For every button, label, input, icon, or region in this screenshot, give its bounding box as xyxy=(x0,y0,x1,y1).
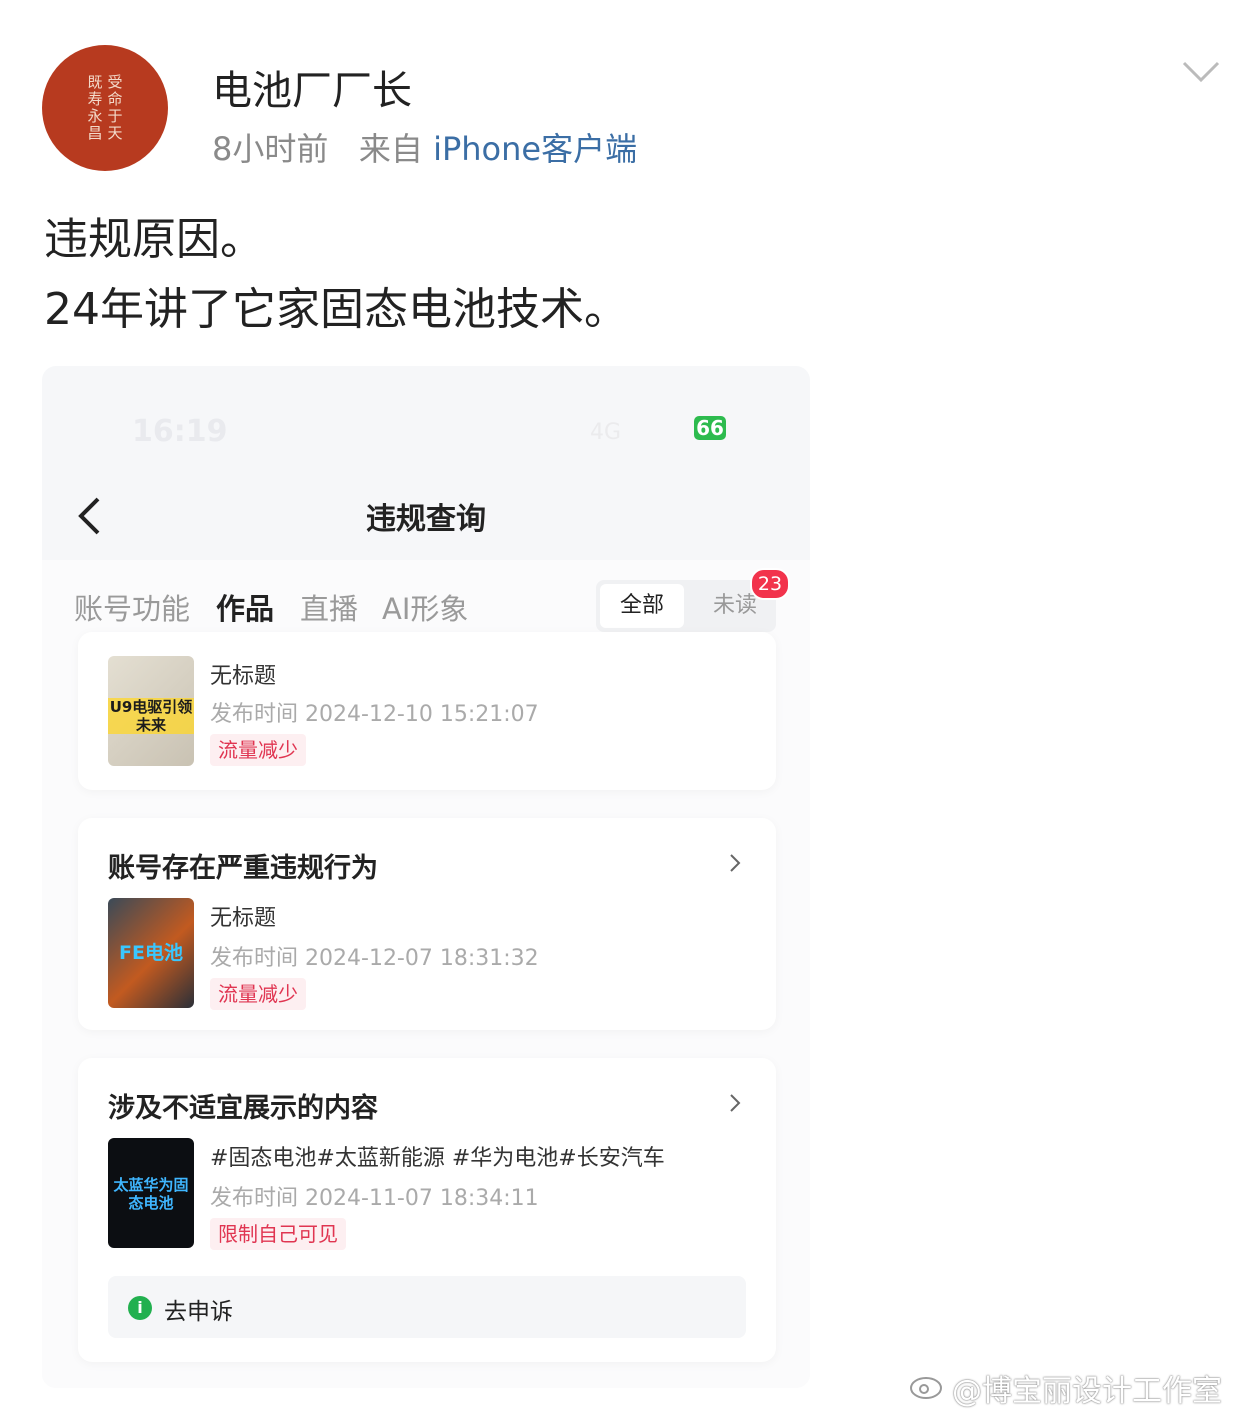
unread-badge: 23 xyxy=(750,568,790,600)
item-title: 无标题 xyxy=(210,906,277,931)
video-thumbnail[interactable]: 太蓝华为固态电池 xyxy=(108,1138,194,1248)
item-title: #固态电池#太蓝新能源 #华为电池#长安汽车 xyxy=(210,1146,665,1171)
watermark: @博宝丽设计工作室 xyxy=(952,1374,1222,1409)
publish-time-label: 发布时间 xyxy=(210,702,299,727)
publish-time-value: 2024-12-10 15:21:07 xyxy=(305,702,539,727)
info-icon: i xyxy=(128,1296,152,1320)
battery-icon: 66 xyxy=(694,416,726,440)
video-thumbnail[interactable]: U9电驱引领未来 xyxy=(108,656,194,766)
status-badge: 限制自己可见 xyxy=(210,1218,346,1250)
violation-reason: 涉及不适宜展示的内容 xyxy=(108,1093,378,1124)
item-title: 无标题 xyxy=(210,664,277,689)
violation-reason: 账号存在严重违规行为 xyxy=(108,853,378,884)
post-meta: 8小时前 来自 iPhone客户端 xyxy=(212,124,637,170)
chevron-right-icon[interactable] xyxy=(728,1092,742,1114)
status-badge: 流量减少 xyxy=(210,734,306,766)
avatar-seal-text-right: 受命于天 xyxy=(107,73,123,142)
post-line-2: 24年讲了它家固态电池技术。 xyxy=(44,284,628,335)
thumbnail-caption: FE电池 xyxy=(119,942,183,964)
client-link[interactable]: iPhone客户端 xyxy=(433,130,637,168)
tab-works[interactable]: 作品 xyxy=(216,586,274,628)
violation-card[interactable]: 账号存在严重违规行为 FE电池 无标题 发布时间 2024-12-07 18:3… xyxy=(78,818,776,1030)
appeal-button[interactable]: i 去申诉 xyxy=(108,1276,746,1338)
violation-card[interactable]: 涉及不适宜展示的内容 太蓝华为固态电池 #固态电池#太蓝新能源 #华为电池#长安… xyxy=(78,1058,776,1362)
tab-ai-avatar[interactable]: AI形象 xyxy=(382,586,468,628)
chevron-right-icon[interactable] xyxy=(728,852,742,874)
filter-segment: 全部 未读 xyxy=(596,580,776,632)
signal-icon: 4G xyxy=(590,420,622,445)
status-badge: 流量减少 xyxy=(210,978,306,1010)
thumbnail-caption: 太蓝华为固态电池 xyxy=(113,1176,189,1212)
status-time: 16:19 xyxy=(132,414,228,449)
video-thumbnail[interactable]: FE电池 xyxy=(108,898,194,1008)
publish-time-value: 2024-12-07 18:31:32 xyxy=(305,946,539,971)
avatar[interactable]: 受命于天 既寿永昌 xyxy=(42,45,168,171)
tab-live[interactable]: 直播 xyxy=(300,586,358,628)
author-name[interactable]: 电池厂厂长 xyxy=(212,58,412,116)
chevron-down-icon[interactable] xyxy=(1182,60,1220,84)
publish-time-label: 发布时间 xyxy=(210,1186,299,1211)
post-line-1: 违规原因。 xyxy=(44,214,264,265)
thumbnail-caption: U9电驱引领未来 xyxy=(108,698,194,734)
item-publish-time: 发布时间 2024-12-10 15:21:07 xyxy=(210,696,539,728)
filter-all-button[interactable]: 全部 xyxy=(600,584,684,628)
post-time: 8小时前 xyxy=(212,130,329,168)
violation-card[interactable]: U9电驱引领未来 无标题 发布时间 2024-12-10 15:21:07 流量… xyxy=(78,632,776,790)
embedded-screenshot[interactable]: 16:19 4G 66 违规查询 账号功能 作品 直播 AI形象 全部 未读 2… xyxy=(42,366,810,1388)
avatar-seal-text-left: 既寿永昌 xyxy=(87,73,103,142)
content-area: 账号功能 作品 直播 AI形象 全部 未读 23 U9电驱引领未来 无标题 发布… xyxy=(42,560,810,1388)
from-label: 来自 xyxy=(358,130,423,168)
page-title: 违规查询 xyxy=(366,502,486,537)
tab-account-function[interactable]: 账号功能 xyxy=(74,586,190,628)
appeal-label: 去申诉 xyxy=(164,1299,233,1325)
publish-time-value: 2024-11-07 18:34:11 xyxy=(305,1186,539,1211)
item-publish-time: 发布时间 2024-11-07 18:34:11 xyxy=(210,1180,539,1212)
item-publish-time: 发布时间 2024-12-07 18:31:32 xyxy=(210,940,539,972)
weibo-icon xyxy=(910,1377,942,1399)
publish-time-label: 发布时间 xyxy=(210,946,299,971)
post-text: 违规原因。 24年讲了它家固态电池技术。 xyxy=(44,205,628,345)
